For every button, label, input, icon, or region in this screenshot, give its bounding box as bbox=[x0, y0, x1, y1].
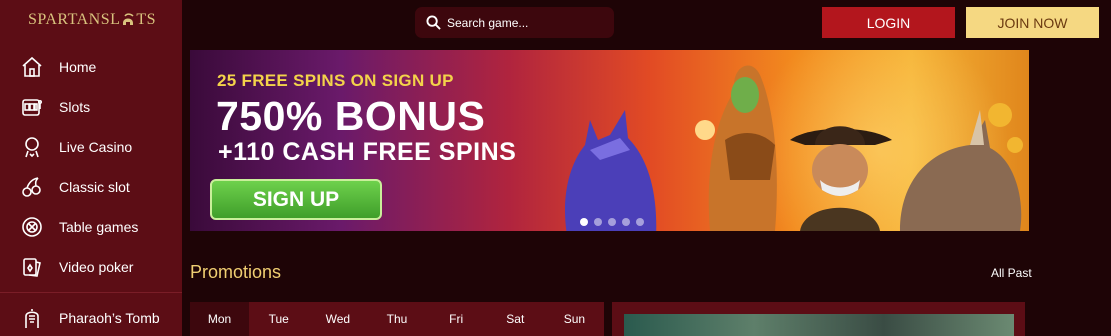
search-input[interactable]: Search game... bbox=[415, 7, 614, 38]
promotion-card[interactable] bbox=[612, 302, 1025, 336]
sidebar-item-label: Pharaoh’s Tomb bbox=[59, 310, 160, 326]
spartan-helmet-icon bbox=[123, 13, 134, 25]
sidebar-item-home[interactable]: Home bbox=[0, 47, 182, 87]
tab-sun[interactable]: Sun bbox=[545, 302, 604, 336]
sidebar-item-label: Classic slot bbox=[59, 179, 130, 195]
dealer-icon bbox=[19, 134, 45, 160]
sidebar-item-live-casino[interactable]: Live Casino bbox=[0, 127, 182, 167]
logo-text-left: SPARTAN bbox=[28, 11, 101, 28]
chip-icon bbox=[19, 214, 45, 240]
carousel-dot[interactable] bbox=[580, 218, 588, 226]
login-button[interactable]: LOGIN bbox=[822, 7, 955, 38]
sidebar-item-video-poker[interactable]: Video poker bbox=[0, 247, 182, 287]
tab-wed[interactable]: Wed bbox=[308, 302, 367, 336]
tab-mon[interactable]: Mon bbox=[190, 302, 250, 336]
sidebar-nav-games: Pharaoh’s Tomb bbox=[0, 298, 182, 336]
sidebar-item-label: Video poker bbox=[59, 259, 134, 275]
logo-text-tail: TS bbox=[136, 11, 157, 28]
join-now-button[interactable]: JOIN NOW bbox=[966, 7, 1099, 38]
banner-subtitle: 25 FREE SPINS ON SIGN UP bbox=[217, 71, 454, 90]
home-icon bbox=[19, 54, 45, 80]
banner-headline: 750% BONUS bbox=[216, 93, 486, 139]
brand-logo[interactable]: SPARTAN SL TS bbox=[28, 11, 156, 29]
cards-icon bbox=[19, 254, 45, 280]
sidebar-item-slots[interactable]: Slots bbox=[0, 87, 182, 127]
search-placeholder: Search game... bbox=[447, 15, 529, 30]
sign-up-button[interactable]: SIGN UP bbox=[210, 179, 382, 220]
sidebar-item-label: Live Casino bbox=[59, 139, 133, 155]
sidebar-divider bbox=[0, 292, 182, 293]
promo-banner[interactable]: 25 FREE SPINS ON SIGN UP 750% BONUS +110… bbox=[190, 50, 1029, 231]
banner-cash-spins: +110 CASH FREE SPINS bbox=[218, 138, 517, 166]
sidebar-item-classic-slot[interactable]: Classic slot bbox=[0, 167, 182, 207]
sidebar-item-label: Table games bbox=[59, 219, 139, 235]
sidebar-item-table-games[interactable]: Table games bbox=[0, 207, 182, 247]
promotions-title: Promotions bbox=[190, 262, 282, 282]
pharaoh-icon bbox=[19, 305, 45, 331]
carousel-dot[interactable] bbox=[622, 218, 630, 226]
tab-sat[interactable]: Sat bbox=[486, 302, 545, 336]
tab-thu[interactable]: Thu bbox=[367, 302, 426, 336]
sidebar-nav: Home Slots Live Casino Classic slot Tabl… bbox=[0, 47, 182, 287]
promotion-image bbox=[624, 314, 1014, 336]
tab-tue[interactable]: Tue bbox=[249, 302, 308, 336]
tab-fri[interactable]: Fri bbox=[427, 302, 486, 336]
day-tabs: Mon Tue Wed Thu Fri Sat Sun bbox=[190, 302, 604, 336]
carousel-dot[interactable] bbox=[594, 218, 602, 226]
logo-text-right: SL bbox=[100, 11, 121, 28]
sidebar-item-label: Home bbox=[59, 59, 97, 75]
sidebar-item-pharaohs-tomb[interactable]: Pharaoh’s Tomb bbox=[0, 298, 182, 336]
all-past-link[interactable]: All Past bbox=[991, 266, 1032, 280]
carousel-dot[interactable] bbox=[608, 218, 616, 226]
slot-machine-icon bbox=[19, 94, 45, 120]
wolf-artwork bbox=[565, 110, 657, 231]
sidebar: SPARTAN SL TS Home Slots Live Casino Cla… bbox=[0, 0, 182, 336]
search-icon bbox=[426, 15, 441, 30]
cherries-icon bbox=[19, 174, 45, 200]
sidebar-item-label: Slots bbox=[59, 99, 91, 115]
carousel-dots bbox=[580, 218, 644, 226]
rhino-artwork bbox=[900, 103, 1023, 231]
carousel-dot[interactable] bbox=[636, 218, 644, 226]
